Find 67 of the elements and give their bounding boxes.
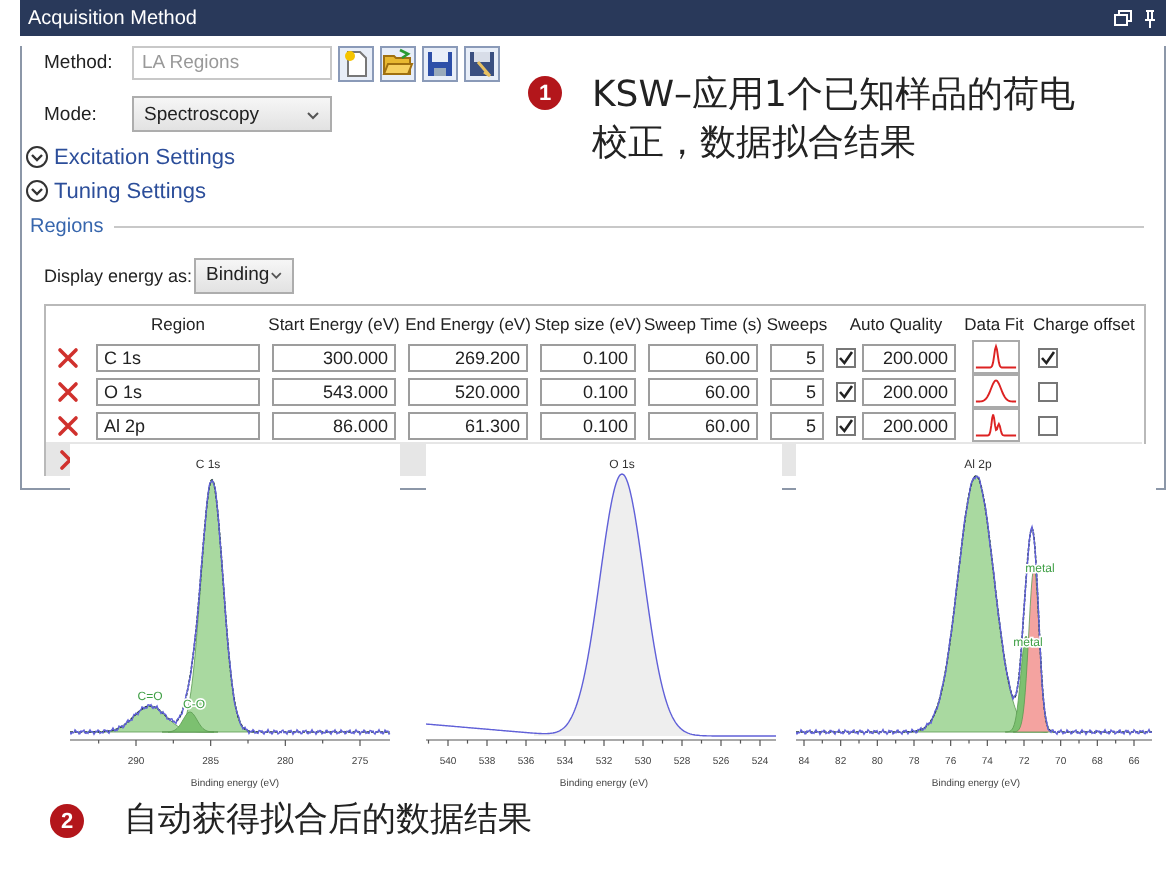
input-field[interactable]: 0.100 bbox=[540, 377, 636, 405]
column-header: Data Fit bbox=[964, 313, 1024, 333]
restore-icon[interactable] bbox=[1114, 10, 1132, 26]
peak-graph-icon[interactable] bbox=[972, 408, 1020, 442]
energy-dropdown[interactable]: Binding bbox=[194, 257, 294, 293]
column-header: Step size (eV) bbox=[534, 313, 642, 333]
check-icon bbox=[1040, 349, 1056, 365]
checkbox[interactable] bbox=[1038, 415, 1058, 435]
column-header: End Energy (eV) bbox=[405, 313, 531, 333]
pin-icon[interactable] bbox=[1144, 9, 1156, 27]
column-header: Auto Quality bbox=[849, 313, 943, 333]
input-field[interactable]: 269.200 bbox=[408, 343, 528, 371]
input-field[interactable]: 5 bbox=[770, 377, 824, 405]
caret-icon bbox=[306, 109, 320, 119]
caret-icon bbox=[269, 270, 282, 280]
input-field[interactable]: Al 2p bbox=[96, 411, 260, 439]
callout-text: KSW–应用1个已知样品的荷电校正，数据拟合结果 bbox=[592, 72, 1077, 168]
input-field[interactable]: 5 bbox=[770, 411, 824, 439]
delete-icon[interactable] bbox=[56, 413, 80, 437]
input-field[interactable]: 60.00 bbox=[648, 377, 758, 405]
window-title: Acquisition Method bbox=[28, 7, 199, 29]
save-icon[interactable] bbox=[422, 45, 458, 81]
column-header: Sweep Time (s) bbox=[643, 313, 763, 333]
checkbox[interactable] bbox=[1038, 381, 1058, 401]
checkbox[interactable] bbox=[836, 415, 856, 435]
peak-graph-icon[interactable] bbox=[972, 374, 1020, 408]
save-as-icon[interactable] bbox=[464, 45, 500, 81]
input-field[interactable]: 300.000 bbox=[272, 343, 396, 371]
check-icon bbox=[838, 417, 854, 433]
input-field[interactable]: 0.100 bbox=[540, 411, 636, 439]
section-expander[interactable]: Tuning Settings bbox=[26, 174, 207, 208]
number-badge: 2 bbox=[50, 804, 84, 838]
peak-graph-icon[interactable] bbox=[972, 340, 1020, 374]
callout-text: 自动获得拟合后的数据结果 bbox=[124, 800, 532, 840]
column-header: Start Energy (eV) bbox=[268, 313, 400, 333]
display-energy-label: Display energy as: bbox=[44, 265, 194, 285]
input-field[interactable]: 200.000 bbox=[862, 377, 956, 405]
input-field[interactable]: 61.300 bbox=[408, 411, 528, 439]
input-field[interactable]: C 1s bbox=[96, 343, 260, 371]
column-header: Charge offset bbox=[1033, 313, 1135, 333]
open-folder-icon[interactable] bbox=[380, 45, 416, 81]
input-field[interactable]: 543.000 bbox=[272, 377, 396, 405]
delete-icon[interactable] bbox=[56, 345, 80, 369]
checkbox[interactable] bbox=[836, 381, 856, 401]
checkbox[interactable] bbox=[836, 347, 856, 367]
check-icon bbox=[838, 383, 854, 399]
section-expander[interactable]: Excitation Settings bbox=[26, 140, 235, 174]
group-title: Regions bbox=[30, 215, 104, 237]
input-field[interactable]: 200.000 bbox=[862, 343, 956, 371]
input-field[interactable]: 86.000 bbox=[272, 411, 396, 439]
delete-icon[interactable] bbox=[58, 447, 70, 471]
input-field[interactable]: O 1s bbox=[96, 377, 260, 405]
input-field[interactable]: 520.000 bbox=[408, 377, 528, 405]
input-field[interactable]: 0.100 bbox=[540, 343, 636, 371]
delete-icon[interactable] bbox=[56, 379, 80, 403]
checkbox[interactable] bbox=[1038, 347, 1058, 367]
input-field[interactable]: 5 bbox=[770, 343, 824, 371]
mode-label: Mode: bbox=[44, 103, 99, 125]
input-field[interactable]: 60.00 bbox=[648, 343, 758, 371]
input-field[interactable]: 60.00 bbox=[648, 411, 758, 439]
column-header: Sweeps bbox=[766, 313, 828, 333]
input-field[interactable]: 200.000 bbox=[862, 411, 956, 439]
new-file-icon[interactable] bbox=[338, 45, 374, 81]
method-label: Method: bbox=[44, 52, 115, 74]
column-header: Region bbox=[151, 313, 205, 333]
check-icon bbox=[838, 349, 854, 365]
mode-dropdown[interactable]: Spectroscopy bbox=[132, 96, 332, 132]
